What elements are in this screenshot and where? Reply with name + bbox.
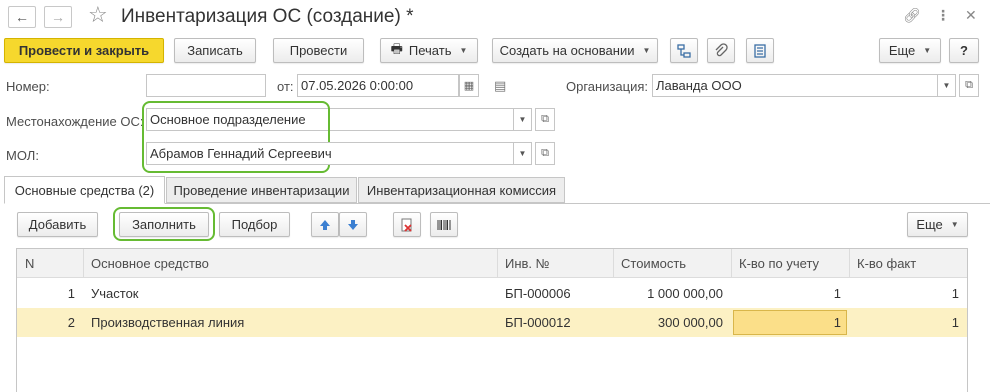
row-qty-book[interactable]: 1 [731, 279, 849, 308]
favorite-star-icon[interactable]: ☆ [88, 2, 108, 28]
print-button-label: Печать [408, 43, 452, 58]
organization-field[interactable]: Лаванда ООО [652, 74, 938, 97]
row-number: 2 [67, 315, 75, 330]
arrow-down-icon [348, 219, 358, 230]
post-and-close-button[interactable]: Провести и закрыть [4, 38, 164, 63]
report-button[interactable] [746, 38, 774, 63]
chevron-down-icon: ▼ [459, 46, 468, 55]
calendar-icon: ▦ [463, 80, 475, 92]
save-button[interactable]: Записать [174, 38, 256, 63]
chevron-down-icon: ▼ [642, 46, 651, 55]
calendar-button[interactable]: ▦ [459, 74, 479, 97]
row-asset[interactable]: Участок [83, 279, 497, 308]
print-button[interactable]: 🖶︎ Печать ▼ [380, 38, 478, 63]
select-button[interactable]: Подбор [219, 212, 290, 237]
move-up-button[interactable] [311, 212, 339, 237]
back-button[interactable]: ← [8, 6, 36, 28]
col-header-cost[interactable]: Стоимость [613, 249, 731, 278]
table-row[interactable]: 1 Участок БП-000006 1 000 000,00 1 1 [17, 279, 967, 308]
assets-table: N Основное средство Инв. № Стоимость К-в… [16, 248, 968, 392]
table-header: N Основное средство Инв. № Стоимость К-в… [17, 249, 967, 278]
forward-button[interactable]: → [44, 6, 72, 28]
col-header-qty-book[interactable]: К-во по учету [731, 249, 849, 278]
open-link-icon: ⧉ [541, 147, 549, 159]
chevron-down-icon: ▼ [518, 149, 527, 158]
organization-open-button[interactable]: ⧉ [959, 74, 979, 97]
fill-button-highlight [113, 207, 215, 241]
arrow-left-icon: ← [15, 9, 29, 25]
row-qty-fact[interactable]: 1 [849, 308, 967, 337]
move-down-button[interactable] [339, 212, 367, 237]
arrow-right-icon: → [51, 9, 65, 25]
mol-dropdown[interactable]: ▼ [514, 142, 532, 165]
open-link-icon: ⧉ [965, 79, 973, 91]
add-button[interactable]: Добавить [17, 212, 98, 237]
open-link-icon: ⧉ [541, 113, 549, 125]
row-asset[interactable]: Производственная линия [83, 308, 497, 337]
row-number: 1 [67, 286, 75, 301]
tab-fixed-assets[interactable]: Основные средства (2) [4, 176, 165, 204]
mol-label: МОЛ: [6, 148, 39, 163]
link-icon[interactable]: 🔗︎ [903, 7, 921, 24]
document-list-icon [754, 43, 766, 58]
delete-document-icon [401, 218, 412, 232]
printer-icon: 🖶︎ [390, 40, 403, 56]
location-dropdown[interactable]: ▼ [514, 108, 532, 131]
clear-button[interactable] [393, 212, 421, 237]
date-field[interactable]: 07.05.2026 0:00:00 [297, 74, 459, 97]
more-button-label: Еще [888, 43, 916, 58]
row-cost[interactable]: 300 000,00 [613, 308, 731, 337]
structure-button[interactable] [670, 38, 698, 63]
comment-icon[interactable]: ▤ [494, 78, 506, 94]
table-row[interactable]: 2 Производственная линия БП-000012 300 0… [17, 308, 967, 337]
col-header-asset[interactable]: Основное средство [83, 249, 497, 278]
paperclip-icon [715, 42, 728, 56]
create-based-on-label: Создать на основании [499, 43, 635, 58]
row-cost[interactable]: 1 000 000,00 [613, 279, 731, 308]
attach-button[interactable] [707, 38, 735, 63]
hierarchy-icon [677, 43, 691, 58]
post-button[interactable]: Провести [273, 38, 364, 63]
chevron-down-icon: ▼ [950, 220, 959, 229]
number-field[interactable] [146, 74, 266, 97]
create-based-on-button[interactable]: Создать на основании ▼ [492, 38, 658, 63]
table-more-button[interactable]: Еще ▼ [907, 212, 968, 237]
row-qty-book[interactable]: 1 [731, 308, 849, 337]
date-label: от: [277, 79, 294, 94]
mol-field[interactable]: Абрамов Геннадий Сергеевич [146, 142, 514, 165]
chevron-down-icon: ▼ [942, 81, 951, 90]
organization-dropdown[interactable]: ▼ [938, 74, 956, 97]
barcode-button[interactable] [430, 212, 458, 237]
close-icon[interactable]: ✕ [965, 7, 977, 24]
location-label: Местонахождение ОС: [6, 114, 144, 129]
chevron-down-icon: ▼ [518, 115, 527, 124]
col-header-qty-fact[interactable]: К-во факт [849, 249, 967, 278]
barcode-icon [437, 219, 451, 230]
row-inv[interactable]: БП-000012 [497, 308, 613, 337]
row-inv[interactable]: БП-000006 [497, 279, 613, 308]
number-label: Номер: [6, 79, 50, 94]
row-qty-fact[interactable]: 1 [849, 279, 967, 308]
organization-label: Организация: [566, 79, 649, 94]
help-button[interactable]: ? [949, 38, 979, 63]
table-more-label: Еще [916, 217, 943, 232]
tab-inventory-commission[interactable]: Инвентаризационная комиссия [358, 177, 565, 203]
col-header-inv[interactable]: Инв. № [497, 249, 613, 278]
more-button[interactable]: Еще ▼ [879, 38, 941, 63]
tab-inventory-conduct[interactable]: Проведение инвентаризации [166, 177, 357, 203]
mol-open-button[interactable]: ⧉ [535, 142, 555, 165]
location-open-button[interactable]: ⧉ [535, 108, 555, 131]
more-actions-icon[interactable]: ⋮ [936, 7, 950, 24]
window-title: Инвентаризация ОС (создание) * [121, 6, 414, 27]
col-header-n[interactable]: N [17, 249, 83, 278]
chevron-down-icon: ▼ [923, 46, 932, 55]
arrow-up-icon [320, 219, 330, 230]
title-bar: ← → ☆ Инвентаризация ОС (создание) * 🔗︎ … [0, 0, 994, 36]
